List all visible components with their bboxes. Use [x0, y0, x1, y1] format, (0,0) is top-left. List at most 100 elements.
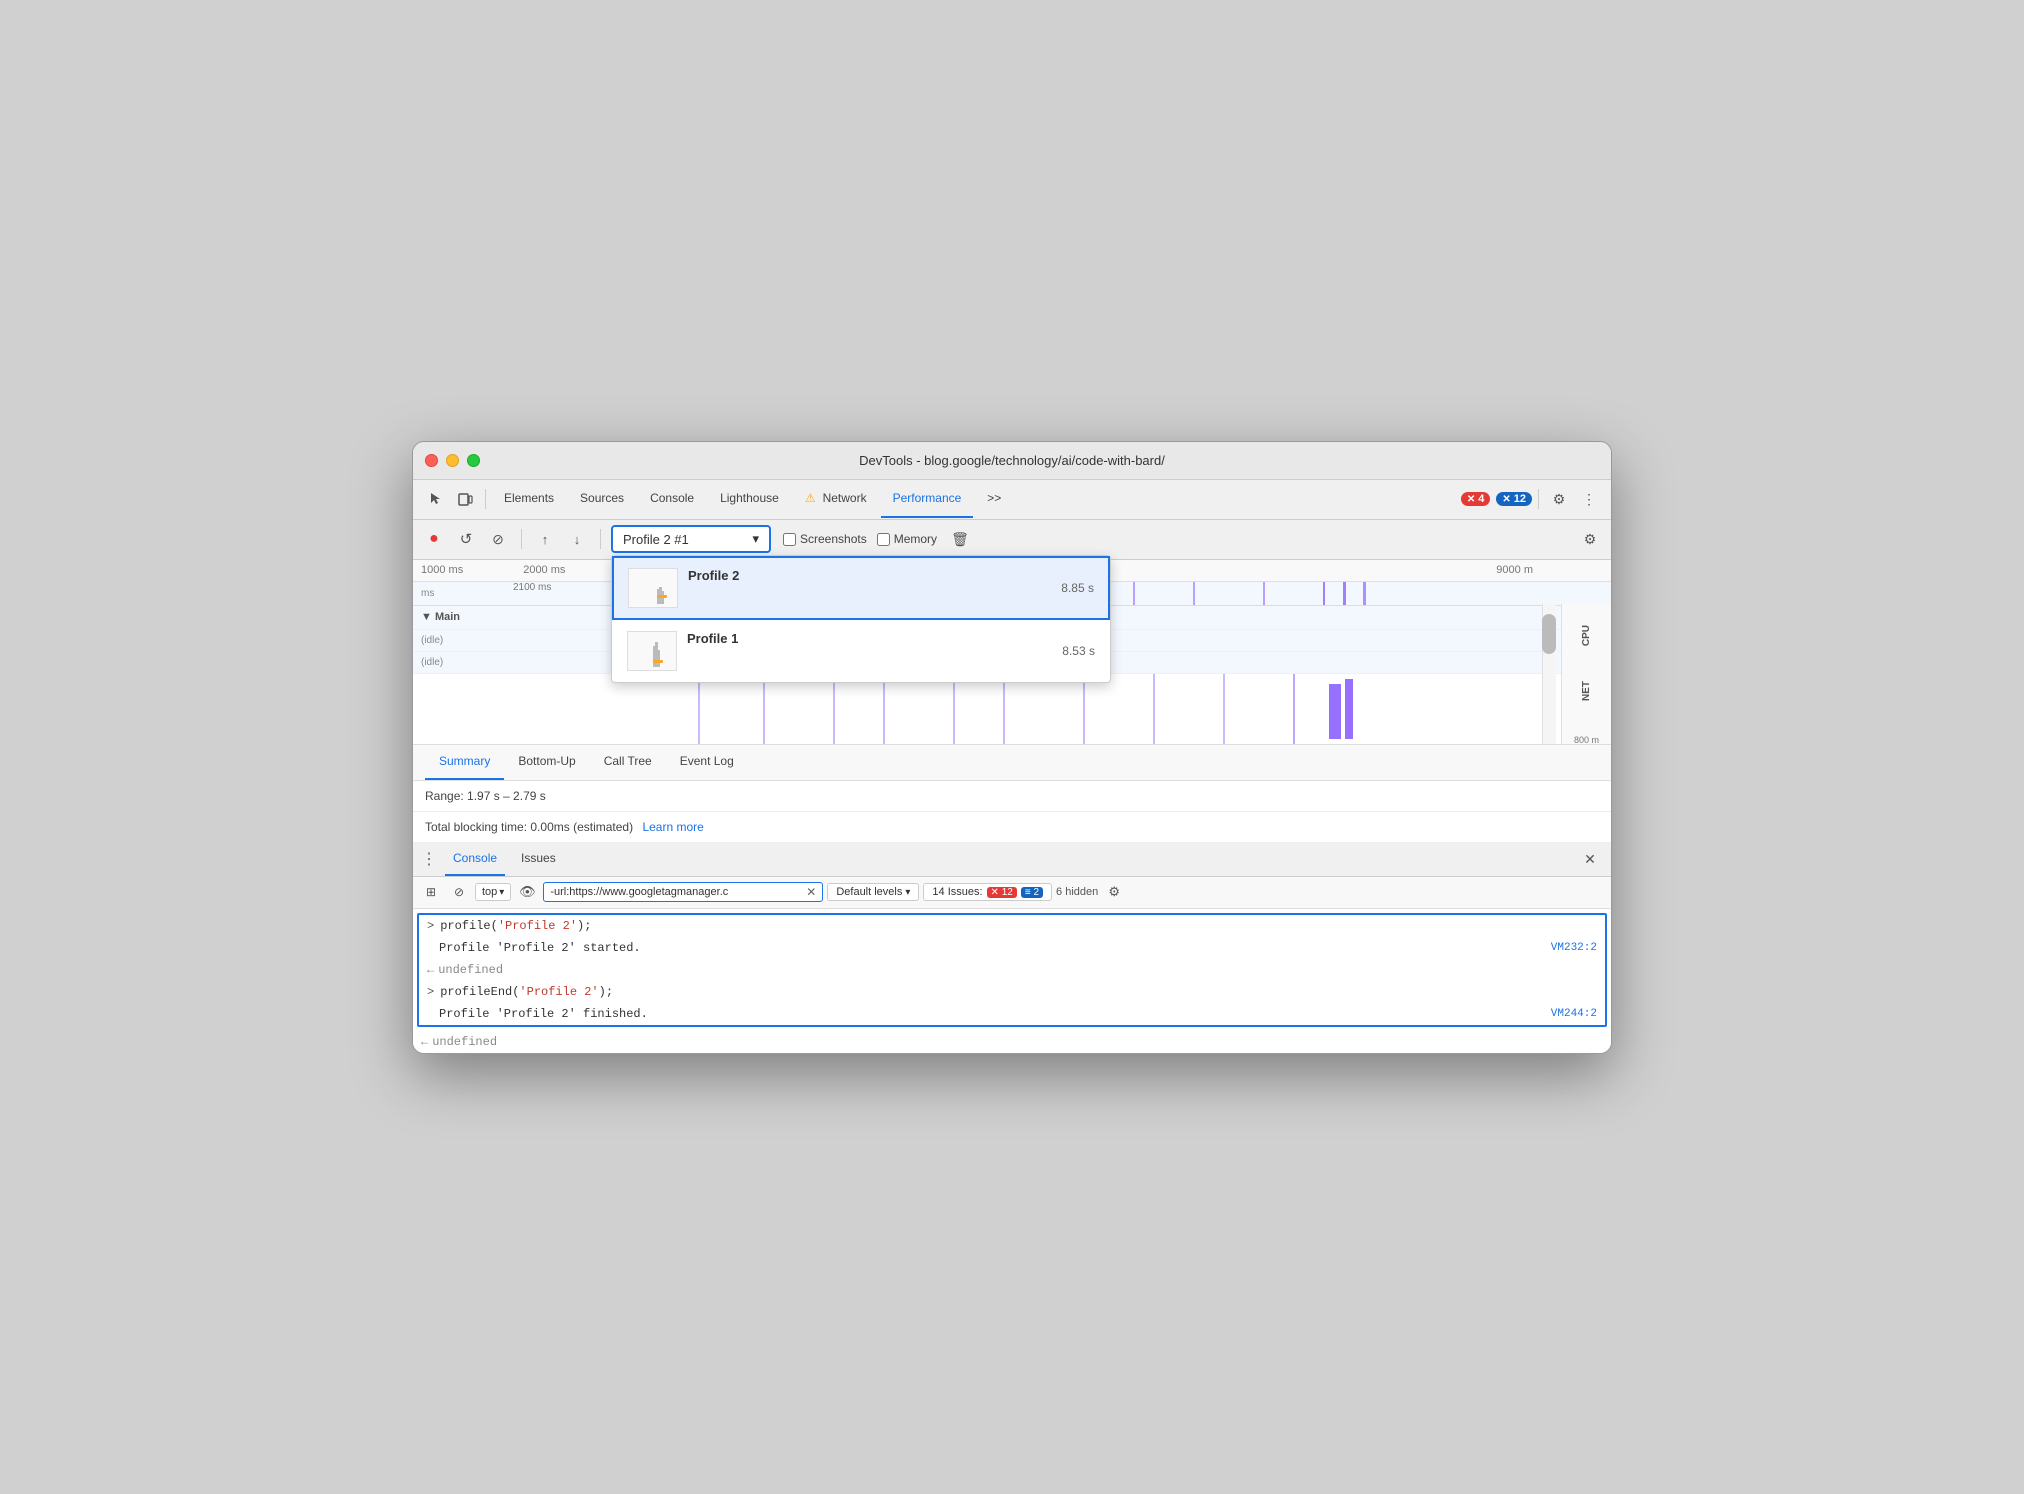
console-location-1[interactable]: VM232:2 [1541, 939, 1597, 957]
context-selector[interactable]: top ▾ [475, 883, 511, 901]
console-close-button[interactable]: ✕ [1577, 846, 1603, 872]
close-button[interactable] [425, 454, 438, 467]
ruler-mark-9000: 9000 m [1496, 564, 1533, 576]
console-settings-button[interactable]: ⚙ [1102, 880, 1126, 904]
console-tab-console[interactable]: Console [445, 842, 505, 876]
blocking-time-info: Total blocking time: 0.00ms (estimated) … [413, 812, 1611, 843]
console-tab-issues[interactable]: Issues [513, 842, 564, 876]
screenshots-checkbox[interactable] [783, 533, 796, 546]
console-sidebar-toggle[interactable]: ⊞ [419, 880, 443, 904]
lower-bar-8 [1153, 674, 1155, 744]
console-line-5: Profile 'Profile 2' finished. VM244:2 [419, 1003, 1605, 1025]
log-levels-chevron-icon: ▾ [905, 887, 910, 898]
log-levels-dropdown[interactable]: Default levels ▾ [827, 883, 919, 901]
settings-button[interactable]: ⚙ [1545, 485, 1573, 513]
console-clear-button[interactable]: ⊘ [447, 880, 471, 904]
bottom-tabs: Summary Bottom-Up Call Tree Event Log [413, 745, 1611, 781]
issues-count-badge: 14 Issues: ✕ 12 ≡ 2 [923, 883, 1052, 901]
track-label-ms: ms [413, 588, 493, 599]
more-tabs-button[interactable]: >> [975, 480, 1013, 518]
memory-checkbox[interactable] [877, 533, 890, 546]
toolbar-separator-2 [600, 529, 601, 549]
upload-button[interactable]: ↑ [532, 526, 558, 552]
minimize-button[interactable] [446, 454, 459, 467]
error-x-icon: ✕ [1467, 494, 1475, 505]
console-header: ⋮ Console Issues ✕ [413, 843, 1611, 877]
lower-bar-10 [1293, 674, 1295, 744]
more-options-button[interactable]: ⋮ [1575, 485, 1603, 513]
tab-performance[interactable]: Performance [881, 480, 974, 518]
console-code-2: profileEnd('Profile 2'); [440, 983, 1597, 1001]
range-info: Range: 1.97 s – 2.79 s [413, 781, 1611, 812]
timeline-track-separator [413, 674, 1611, 745]
reload-record-button[interactable]: ↺ [453, 526, 479, 552]
memory-checkbox-group[interactable]: Memory [877, 532, 937, 546]
learn-more-link[interactable]: Learn more [642, 820, 703, 834]
lower-bar-tall-1 [1329, 684, 1341, 739]
window-title: DevTools - blog.google/technology/ai/cod… [859, 453, 1165, 468]
tab-bottom-up[interactable]: Bottom-Up [504, 744, 589, 780]
tab-call-tree[interactable]: Call Tree [590, 744, 666, 780]
profile-2-thumbnail [628, 568, 678, 608]
timeline-bar-12 [1343, 582, 1346, 605]
timeline-bar-11 [1323, 582, 1325, 605]
lower-bar-4 [883, 674, 885, 744]
timeline-right-labels: CPU NET 800 m [1561, 604, 1611, 745]
hidden-count-label: 6 hidden [1056, 886, 1098, 898]
devtools-window: DevTools - blog.google/technology/ai/cod… [412, 441, 1612, 1054]
info-count-badge: ≡ 2 [1021, 887, 1043, 898]
nav-separator-2 [1538, 489, 1539, 509]
console-footer-line: ← undefined [413, 1031, 1611, 1053]
tab-console[interactable]: Console [638, 480, 706, 518]
record-button[interactable]: ● [421, 526, 447, 552]
console-line-1: > profile('Profile 2'); [419, 915, 1605, 937]
tab-elements[interactable]: Elements [492, 480, 566, 518]
console-arrow-1: ← [427, 961, 434, 979]
lower-bar-9 [1223, 674, 1225, 744]
window-controls [425, 454, 480, 467]
clear-button[interactable]: ⊘ [485, 526, 511, 552]
idle-label-2: (idle) [413, 656, 493, 668]
tab-event-log[interactable]: Event Log [666, 744, 748, 780]
capture-settings-button[interactable]: ⚙ [1577, 526, 1603, 552]
console-prompt-1: > [427, 917, 434, 935]
download-button[interactable]: ↓ [564, 526, 590, 552]
lower-bar-1 [698, 674, 700, 744]
console-drag-handle[interactable]: ⋮ [421, 849, 437, 869]
timeline-scrollbar[interactable] [1542, 604, 1556, 745]
delete-recording-button[interactable]: 🗑 [947, 526, 973, 552]
profile-menu-item-2[interactable]: Profile 2 8.85 s [612, 556, 1110, 620]
url-filter-clear[interactable]: ✕ [806, 885, 816, 899]
console-location-2[interactable]: VM244:2 [1541, 1005, 1597, 1023]
lower-bar-6 [1003, 674, 1005, 744]
track-time-2100: 2100 ms [513, 582, 551, 593]
console-undefined-2: undefined [432, 1033, 497, 1051]
timeline-bar-13 [1363, 582, 1366, 605]
timeline-bar-10 [1263, 582, 1265, 605]
filter-by-live-expression[interactable]: 👁 [515, 880, 539, 904]
tab-lighthouse[interactable]: Lighthouse [708, 480, 791, 518]
maximize-button[interactable] [467, 454, 480, 467]
screenshots-checkbox-group[interactable]: Screenshots [783, 532, 867, 546]
ruler-mark-2000: 2000 ms [523, 564, 565, 576]
url-filter-field[interactable]: -url:https://www.googletagmanager.c ✕ [543, 882, 823, 902]
lower-bar-3 [833, 674, 835, 744]
lower-bar-7 [1083, 674, 1085, 744]
titlebar: DevTools - blog.google/technology/ai/cod… [413, 442, 1611, 480]
profile-menu-item-1[interactable]: Profile 1 8.53 s [612, 620, 1110, 682]
console-arrow-2: ← [421, 1033, 428, 1051]
console-line-3: ← undefined [419, 959, 1605, 981]
console-section: ⋮ Console Issues ✕ ⊞ ⊘ top ▾ 👁 -url:http… [413, 843, 1611, 1053]
toolbar-separator-1 [521, 529, 522, 549]
devtools-navbar: Elements Sources Console Lighthouse ⚠ Ne… [413, 480, 1611, 520]
tab-summary[interactable]: Summary [425, 744, 504, 780]
nav-separator-1 [485, 489, 486, 509]
scrollbar-thumb[interactable] [1542, 614, 1556, 654]
timeline-bar-8 [1133, 582, 1135, 605]
profile-dropdown-button[interactable]: Profile 2 #1 ▾ [611, 525, 771, 553]
device-toolbar-button[interactable] [451, 485, 479, 513]
tab-network[interactable]: ⚠ Network [793, 480, 879, 518]
tab-sources[interactable]: Sources [568, 480, 636, 518]
warning-x-icon: ✕ [1502, 494, 1510, 505]
cursor-tool-button[interactable] [421, 485, 449, 513]
